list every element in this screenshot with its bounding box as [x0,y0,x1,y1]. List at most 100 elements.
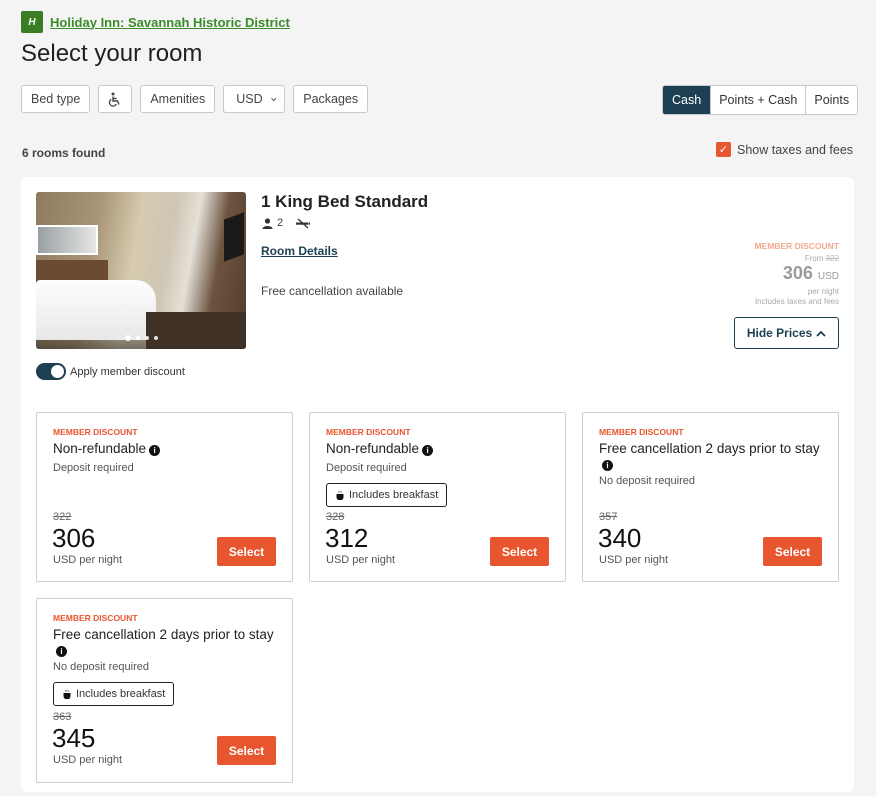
rate-card: MEMBER DISCOUNT Non-refundable i Deposit … [36,412,293,582]
summary-price-value: 306 [782,263,813,283]
room-photo-carousel[interactable] [36,192,246,349]
member-discount-toggle-label: Apply member discount [70,365,185,378]
guest-count: 2 [277,217,284,229]
rate-per-night: USD per night [326,554,396,566]
chevron-down-icon [270,97,277,101]
room-meta: 2 [262,217,311,229]
rate-title: Non-refundable i [326,441,551,456]
rate-price: 340 [598,523,642,553]
info-icon[interactable]: i [602,460,613,471]
rate-per-night: USD per night [53,754,123,766]
person-icon [262,217,273,229]
price-summary: MEMBER DISCOUNT From 322 306 USD per nig… [754,241,839,306]
rate-title: Free cancellation 2 days prior to stay i [53,627,278,657]
summary-price: 306 USD [754,263,839,287]
chevron-up-icon [816,330,826,337]
hide-prices-button[interactable]: Hide Prices [734,317,839,349]
room-details-link[interactable]: Room Details [261,244,338,258]
from-price: From 322 [754,254,839,263]
amenities-filter[interactable]: Amenities [140,85,216,113]
photo-detail [146,312,246,349]
cancellation-note: Free cancellation available [261,284,404,298]
rate-card: MEMBER DISCOUNT Free cancellation 2 days… [582,412,839,582]
holiday-inn-logo: H [21,11,43,33]
breakfast-badge: Includes breakfast [326,483,448,507]
info-icon[interactable]: i [56,646,67,657]
hotel-header: H Holiday Inn: Savannah Historic Distric… [21,11,290,33]
show-taxes-checkbox[interactable]: ✓ [716,142,731,157]
rate-label: MEMBER DISCOUNT [599,427,684,437]
hotel-link[interactable]: Holiday Inn: Savannah Historic District [50,15,290,30]
select-button[interactable]: Select [217,537,276,566]
accessibility-filter[interactable] [98,85,133,113]
rate-original-price: 322 [53,511,72,523]
carousel-dot[interactable] [153,336,158,340]
info-icon[interactable]: i [149,445,161,456]
carousel-dot[interactable] [135,336,140,340]
rate-deposit: Deposit required [53,462,134,474]
rate-deposit: Deposit required [326,462,407,474]
carousel-dot[interactable] [144,336,149,340]
bed-type-filter[interactable]: Bed type [21,85,91,113]
select-button[interactable]: Select [490,537,549,566]
rooms-found-count: 6 rooms found [22,146,106,160]
currency-select[interactable]: USD [223,85,286,113]
photo-detail [36,225,98,255]
member-discount-toggle[interactable]: Apply member discount [36,363,185,380]
filter-bar: Bed type Amenities USD Packages [21,85,369,113]
room-card: 1 King Bed Standard 2 Room Details Free … [21,177,854,792]
coffee-cup-icon [336,490,344,500]
breakfast-badge-text: Includes breakfast [349,489,439,501]
rate-title-text: Non-refundable [53,441,147,456]
rate-price: 345 [52,723,96,753]
rate-original-price: 357 [599,511,618,523]
wheelchair-icon [109,92,120,107]
carousel-dots [36,335,246,341]
info-icon[interactable]: i [422,445,434,456]
rate-original-price: 328 [326,511,345,523]
select-button[interactable]: Select [217,736,276,765]
rate-card: MEMBER DISCOUNT Free cancellation 2 days… [36,598,293,783]
show-taxes-toggle[interactable]: ✓ Show taxes and fees [716,142,853,157]
rate-deposit: No deposit required [53,661,150,673]
original-price: 322 [825,254,839,263]
breakfast-badge: Includes breakfast [53,682,175,706]
select-button[interactable]: Select [763,537,822,566]
room-name: 1 King Bed Standard [261,192,429,211]
rate-deposit: No deposit required [599,475,696,487]
rate-title: Free cancellation 2 days prior to stay i [599,441,824,471]
photo-detail [36,280,156,340]
rate-price: 306 [52,523,96,553]
rate-label: MEMBER DISCOUNT [326,427,411,437]
rate-title-text: Free cancellation 2 days prior to stay [53,627,274,642]
toggle-switch[interactable] [36,363,66,380]
member-discount-label: MEMBER DISCOUNT [754,241,839,251]
payment-points[interactable]: Points [805,86,858,114]
room-photo [36,192,246,349]
photo-detail [224,212,244,262]
show-taxes-label: Show taxes and fees [737,142,854,157]
rate-label: MEMBER DISCOUNT [53,613,138,623]
rate-label: MEMBER DISCOUNT [53,427,138,437]
hide-prices-label: Hide Prices [746,326,813,340]
summary-currency: USD [817,271,839,282]
page-title: Select your room [21,40,203,67]
currency-value: USD [236,92,263,106]
payment-points-cash[interactable]: Points + Cash [710,86,806,114]
rate-per-night: USD per night [53,554,123,566]
rate-card: MEMBER DISCOUNT Non-refundable i Deposit … [309,412,566,582]
payment-cash[interactable]: Cash [663,86,711,114]
from-text: From [804,254,824,263]
breakfast-badge-text: Includes breakfast [76,688,166,700]
rate-title: Non-refundable i [53,441,278,456]
rate-price: 312 [325,523,369,553]
payment-mode-toggle: Cash Points + Cash Points [662,85,859,115]
rate-per-night: USD per night [599,554,669,566]
rate-title-text: Free cancellation 2 days prior to stay [599,441,820,456]
carousel-dot[interactable] [124,335,131,341]
packages-filter[interactable]: Packages [293,85,369,113]
per-night: per night [807,287,839,296]
rate-original-price: 363 [53,711,72,723]
coffee-cup-icon [63,689,71,699]
no-smoking-icon [296,218,311,228]
